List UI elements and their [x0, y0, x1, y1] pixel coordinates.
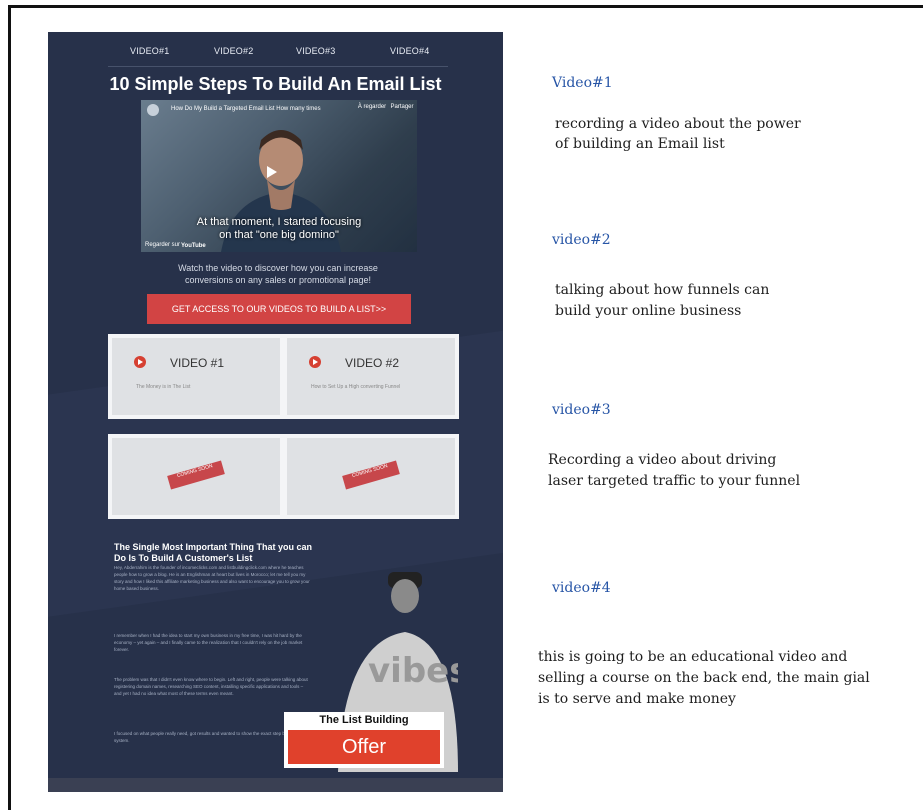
nav-video-1[interactable]: VIDEO#1: [130, 46, 169, 56]
video-card-3: COMING SOON: [108, 434, 284, 519]
note-heading-video-1: Video#1: [552, 75, 613, 91]
play-circle-icon: [134, 356, 146, 368]
about-heading: The Single Most Important Thing That you…: [114, 542, 312, 563]
coming-soon-ribbon: COMING SOON: [342, 460, 400, 490]
share-button[interactable]: Partager: [387, 104, 417, 110]
offer-banner[interactable]: The List Building Offer: [284, 712, 444, 768]
note-text-video-3-line-1: Recording a video about driving: [548, 452, 777, 468]
video-caption-line-1: At that moment, I started focusing: [196, 216, 362, 228]
note-text-video-2-line-2: build your online business: [555, 303, 742, 319]
note-heading-video-2: video#2: [552, 232, 611, 248]
video-card-1[interactable]: VIDEO #1 The Money is in The List: [108, 334, 284, 419]
channel-avatar: [147, 104, 159, 116]
page-footer: [48, 778, 503, 792]
video-subtitle: Watch the video to discover how you can …: [178, 263, 378, 285]
video-player[interactable]: How Do My Build a Targeted Email List Ho…: [141, 100, 417, 252]
video-card-subtitle: The Money is in The List: [136, 384, 191, 390]
top-nav: VIDEO#1 VIDEO#2 VIDEO#3 VIDEO#4: [108, 46, 448, 67]
video-title: How Do My Build a Targeted Email List Ho…: [171, 106, 321, 112]
offer-button[interactable]: Offer: [288, 730, 440, 764]
note-heading-video-3: video#3: [552, 402, 611, 418]
note-text-video-2-line-1: talking about how funnels can: [555, 282, 770, 298]
video-card-2[interactable]: VIDEO #2 How to Set Up a High converting…: [283, 334, 459, 419]
video-card-4: COMING SOON: [283, 434, 459, 519]
get-access-button[interactable]: GET ACCESS TO OUR VIDEOS TO BUILD A LIST…: [147, 294, 411, 324]
nav-video-2[interactable]: VIDEO#2: [214, 46, 253, 56]
landing-page-mockup: VIDEO#1 VIDEO#2 VIDEO#3 VIDEO#4 10 Simpl…: [48, 32, 503, 792]
about-paragraph-4: I focused on what people really need, go…: [114, 731, 297, 743]
svg-text:vibes: vibes: [368, 651, 458, 691]
page-title: 10 Simple Steps To Build An Email List: [109, 74, 442, 94]
youtube-logo[interactable]: YouTube: [181, 243, 206, 249]
watch-later-button[interactable]: À regarder: [357, 104, 387, 110]
about-paragraph-3: The problem was that I didn't even know …: [114, 677, 308, 696]
watch-on-label[interactable]: Regarder sur: [145, 242, 180, 248]
nav-video-4[interactable]: VIDEO#4: [390, 46, 429, 56]
nav-video-3[interactable]: VIDEO#3: [296, 46, 335, 56]
note-text-video-4-line-1: this is going to be an educational video…: [538, 649, 848, 665]
about-paragraph-2: I remember when I had the idea to start …: [114, 633, 303, 652]
note-text-video-1-line-2: of building an Email list: [555, 136, 725, 152]
video-caption-line-2: on that "one big domino": [219, 229, 339, 241]
coming-soon-ribbon: COMING SOON: [167, 460, 225, 490]
video-card-label: VIDEO #2: [345, 356, 400, 370]
note-heading-video-4: video#4: [552, 580, 611, 596]
note-text-video-4-line-3: is to serve and make money: [538, 691, 736, 707]
video-card-subtitle: How to Set Up a High converting Funnel: [311, 384, 401, 390]
play-icon[interactable]: [267, 166, 277, 178]
note-text-video-1-line-1: recording a video about the power: [555, 116, 801, 132]
offer-title: The List Building: [319, 714, 409, 726]
play-circle-icon: [309, 356, 321, 368]
video-card-label: VIDEO #1: [170, 356, 225, 370]
about-paragraph-1: Hey, Abderrahim is the founder of income…: [114, 565, 310, 591]
note-text-video-4-line-2: selling a course on the back end, the ma…: [538, 670, 870, 686]
note-text-video-3-line-2: laser targeted traffic to your funnel: [548, 473, 801, 489]
